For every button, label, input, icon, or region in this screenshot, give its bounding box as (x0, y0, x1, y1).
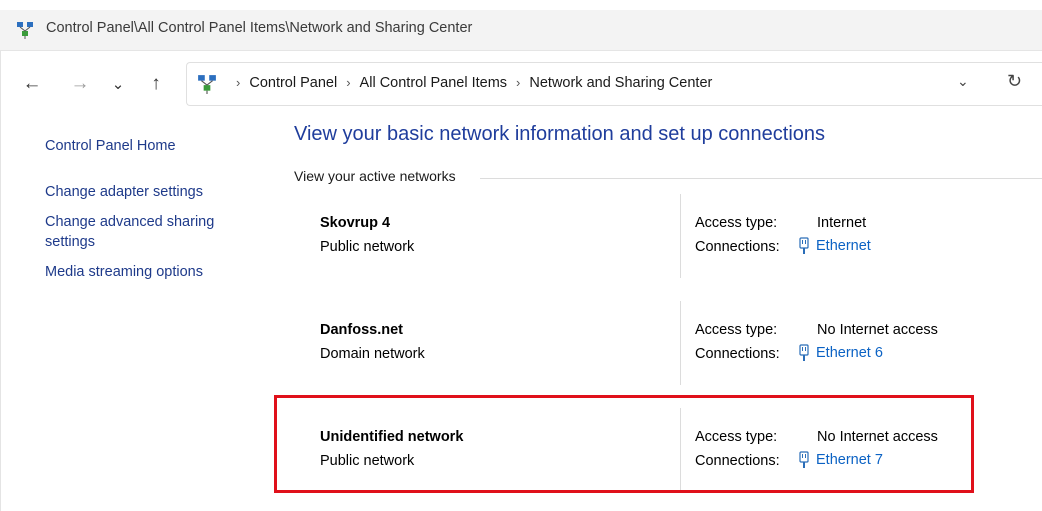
navigation-bar: ← → ⌄ ↑ › Control Panel › All Control Panel… (0, 62, 1042, 106)
breadcrumb: › Control Panel › All Control Panel Items › N… (227, 75, 712, 91)
breadcrumb-all-items[interactable]: All Control Panel Items (360, 75, 507, 91)
connection-name[interactable]: Ethernet (816, 238, 871, 254)
breadcrumb-separator: › (346, 75, 351, 90)
ethernet-plug-icon (799, 344, 809, 361)
network-entry: Skovrup 4 Public network Access type: In… (320, 194, 1020, 284)
back-arrow-icon[interactable]: ← (18, 62, 46, 106)
network-entry: Danfoss.net Domain network Access type: … (320, 301, 1020, 391)
connections-label: Connections: (695, 346, 780, 362)
breadcrumb-separator: › (516, 75, 521, 90)
window-title: Control Panel\All Control Panel Items\Ne… (46, 20, 473, 36)
refresh-icon[interactable]: ↻ (1007, 71, 1022, 92)
sidebar-item-control-panel-home[interactable]: Control Panel Home (45, 138, 255, 154)
sidebar-item-media-streaming[interactable]: Media streaming options (45, 262, 255, 282)
access-type-label: Access type: (695, 322, 778, 338)
forward-arrow-icon[interactable]: → (66, 62, 94, 106)
access-type-value: No Internet access (817, 322, 938, 338)
network-name: Skovrup 4 (320, 215, 391, 231)
connection-link[interactable]: Ethernet 6 (798, 344, 883, 362)
page-title: View your basic network information and … (294, 123, 826, 145)
ethernet-plug-icon (799, 237, 809, 254)
network-category[interactable]: Public network (320, 239, 414, 255)
breadcrumb-network-center[interactable]: Network and Sharing Center (529, 75, 712, 91)
network-center-icon (17, 22, 33, 39)
column-divider (680, 194, 681, 278)
address-dropdown-icon[interactable]: ⌄ (957, 73, 969, 90)
access-type-label: Access type: (695, 215, 778, 231)
title-bar: Control Panel\All Control Panel Items\Ne… (0, 10, 1042, 51)
connection-name[interactable]: Ethernet 6 (816, 345, 883, 361)
network-center-icon (198, 75, 216, 94)
sidebar: Control Panel Home Change adapter settin… (45, 138, 255, 292)
connections-label: Connections: (695, 239, 780, 255)
chevron-down-icon[interactable]: ⌄ (104, 62, 132, 106)
address-bar[interactable]: › Control Panel › All Control Panel Items › N… (186, 62, 1042, 106)
sidebar-item-advanced-sharing[interactable]: Change advanced sharing settings (45, 212, 255, 252)
connection-link[interactable]: Ethernet (798, 237, 871, 255)
up-arrow-icon[interactable]: ↑ (142, 62, 170, 106)
access-type-value: Internet (817, 215, 867, 231)
section-heading: View your active networks (294, 168, 456, 184)
section-divider (480, 178, 1042, 179)
network-category[interactable]: Domain network (320, 346, 425, 362)
column-divider (680, 301, 681, 385)
breadcrumb-separator: › (236, 75, 241, 90)
highlight-box (274, 395, 974, 493)
breadcrumb-control-panel[interactable]: Control Panel (249, 75, 337, 91)
network-name: Danfoss.net (320, 322, 403, 338)
sidebar-item-change-adapter[interactable]: Change adapter settings (45, 182, 255, 202)
